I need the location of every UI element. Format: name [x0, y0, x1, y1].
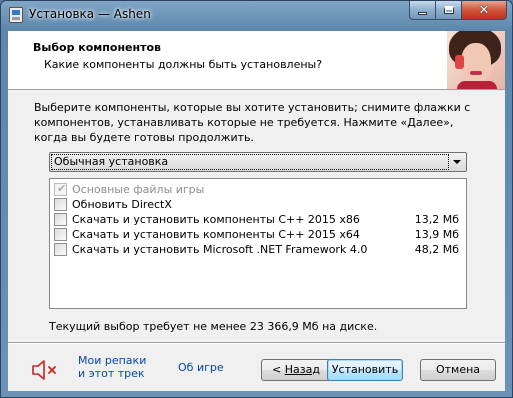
back-button-label: Назад	[284, 363, 320, 376]
component-checkbox-cpp-x86[interactable]	[54, 213, 67, 226]
minimize-icon	[418, 11, 427, 15]
checkmark-icon: ✔	[57, 182, 67, 195]
window-title: Установка — Ashen	[29, 7, 151, 21]
repacks-link[interactable]: Мои репаки и этот трек	[78, 354, 146, 380]
install-type-value: Обычная установка	[51, 154, 449, 170]
component-checkbox-game-files[interactable]: ✔	[54, 182, 67, 196]
footer-divider	[8, 342, 505, 344]
component-row-cpp-x64: Скачать и установить компоненты C++ 2015…	[50, 227, 466, 242]
speaker-muted-icon[interactable]	[31, 358, 61, 382]
back-button[interactable]: < Назад	[261, 359, 331, 381]
component-size: 13,9 Мб	[414, 228, 459, 241]
install-type-dropdown[interactable]: Обычная установка	[49, 152, 467, 172]
component-checkbox-directx[interactable]	[54, 198, 67, 211]
close-button[interactable]: ✕	[462, 1, 507, 20]
component-label[interactable]: Скачать и установить компоненты C++ 2015…	[72, 228, 360, 241]
component-label[interactable]: Скачать и установить Microsoft .NET Fram…	[72, 243, 367, 256]
cancel-button[interactable]: Отмена	[420, 359, 496, 381]
minimize-button[interactable]	[409, 1, 436, 20]
back-button-prefix: <	[272, 363, 285, 376]
component-label[interactable]: Скачать и установить компоненты C++ 2015…	[72, 213, 360, 226]
artwork-shirt	[457, 81, 497, 89]
artwork-lips	[470, 71, 482, 75]
component-label: Основные файлы игры	[72, 183, 205, 196]
artwork-face	[461, 43, 491, 83]
component-checkbox-dotnet[interactable]	[54, 243, 67, 256]
component-label[interactable]: Обновить DirectX	[72, 198, 172, 211]
page-subtitle: Какие компоненты должны быть установлены…	[44, 58, 323, 71]
maximize-button[interactable]	[436, 1, 462, 20]
chevron-down-icon	[453, 160, 461, 164]
repacks-link-line2: и этот трек	[78, 367, 145, 380]
title-bar[interactable]: Установка — Ashen ✕	[1, 1, 512, 31]
installer-window: Установка — Ashen ✕ Выбор компонентов Ка…	[0, 0, 513, 398]
component-size: 48,2 Мб	[414, 243, 459, 256]
component-row-dotnet: Скачать и установить Microsoft .NET Fram…	[50, 242, 466, 257]
page-title: Выбор компонентов	[33, 41, 161, 54]
window-controls: ✕	[409, 1, 507, 20]
component-row-game-files: ✔ Основные файлы игры	[50, 182, 466, 197]
close-icon: ✕	[478, 2, 490, 18]
wizard-header: Выбор компонентов Какие компоненты должн…	[8, 31, 505, 90]
header-artwork	[447, 31, 505, 89]
repacks-link-line1: Мои репаки	[78, 354, 147, 367]
maximize-icon	[443, 6, 454, 14]
wizard-body: Выбор компонентов Какие компоненты должн…	[8, 31, 505, 391]
components-list: ✔ Основные файлы игры Обновить DirectX С…	[49, 178, 467, 309]
artwork-headphone	[455, 55, 464, 69]
component-checkbox-cpp-x64[interactable]	[54, 228, 67, 241]
component-size: 13,2 Мб	[414, 213, 459, 226]
installer-app-icon	[9, 7, 23, 23]
component-row-cpp-x86: Скачать и установить компоненты C++ 2015…	[50, 212, 466, 227]
instructions-text: Выберите компоненты, которые вы хотите у…	[34, 101, 471, 144]
install-button[interactable]: Установить	[327, 359, 403, 381]
about-game-link[interactable]: Об игре	[178, 361, 224, 374]
disk-space-status: Текущий выбор требует не менее 23 366,9 …	[49, 320, 378, 333]
component-row-directx: Обновить DirectX	[50, 197, 466, 212]
